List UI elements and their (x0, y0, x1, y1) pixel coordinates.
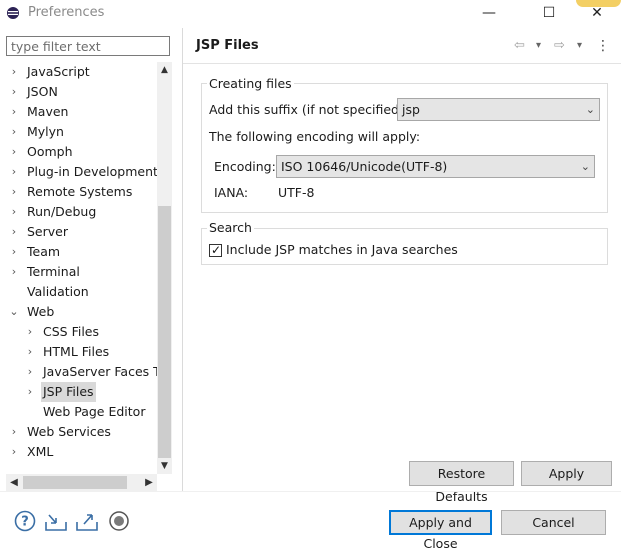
preferences-tree: › JavaScript › JSON › Maven › Mylyn › Oomph › Plug-… (6, 62, 157, 474)
collapsed-chevron-icon[interactable]: › (8, 222, 20, 242)
tree-item-label: Server (27, 224, 68, 239)
tree-item-label: JSON (27, 84, 58, 99)
export-icon[interactable] (75, 510, 98, 532)
pane-divider[interactable] (182, 28, 183, 491)
horizontal-scroll-thumb[interactable] (23, 476, 127, 489)
tree-item-label: Run/Debug (27, 204, 97, 219)
scroll-left-arrow-icon[interactable]: ◀ (6, 474, 22, 491)
suffix-value: jsp (402, 102, 420, 117)
header-separator (183, 63, 621, 64)
tree-item-label: Validation (27, 284, 89, 299)
window-title: Preferences (28, 5, 105, 20)
collapsed-chevron-icon[interactable]: › (24, 362, 36, 382)
collapsed-chevron-icon[interactable]: › (8, 422, 20, 442)
iana-label: IANA: (214, 185, 249, 200)
encoding-dropdown[interactable]: ISO 10646/Unicode(UTF-8) ⌄ (276, 155, 595, 178)
maximize-button[interactable]: ☐ (534, 2, 564, 24)
close-window-button[interactable]: ✕ (582, 2, 612, 24)
chevron-down-icon: ⌄ (585, 103, 595, 116)
tree-item-label: Maven (27, 104, 69, 119)
back-menu-icon[interactable]: ▾ (536, 37, 541, 55)
tree-item-label: Web (27, 304, 55, 319)
minimize-button[interactable]: — (474, 2, 504, 24)
help-icon[interactable]: ? (14, 510, 36, 532)
cancel-button[interactable]: Cancel (501, 510, 606, 535)
iana-value: UTF-8 (278, 185, 315, 200)
collapsed-chevron-icon[interactable]: › (8, 442, 20, 462)
tree-item-label: CSS Files (43, 324, 99, 339)
include-jsp-checkbox[interactable]: ✓ (209, 243, 222, 257)
tree-item-label: JavaScript (27, 64, 90, 79)
tree-item-label: Mylyn (27, 124, 64, 139)
page-title: JSP Files (196, 38, 259, 53)
filter-field[interactable] (6, 36, 170, 56)
import-icon[interactable] (44, 510, 67, 532)
eclipse-app-icon (6, 6, 20, 20)
apply-and-close-button[interactable]: Apply and Close (389, 510, 492, 551)
collapsed-chevron-icon[interactable]: › (8, 202, 20, 222)
tree-item-label: Remote Systems (27, 184, 133, 199)
scroll-right-arrow-icon[interactable]: ▶ (141, 474, 157, 491)
collapsed-chevron-icon[interactable]: › (8, 122, 20, 142)
scroll-up-arrow-icon[interactable]: ▲ (157, 62, 172, 78)
collapsed-chevron-icon[interactable]: › (8, 62, 20, 82)
tree-item-label: Oomph (27, 144, 73, 159)
collapsed-chevron-icon[interactable]: › (24, 342, 36, 362)
chevron-down-icon: ⌄ (580, 160, 590, 173)
creating-files-legend: Creating files (207, 76, 294, 91)
encoding-note: The following encoding will apply: (209, 129, 421, 144)
tree-horizontal-scrollbar[interactable]: ◀ ▶ (6, 474, 157, 491)
title-bar: Preferences — ☐ ✕ (0, 0, 621, 28)
expanded-chevron-icon[interactable]: ⌄ (8, 302, 20, 322)
filter-input[interactable] (7, 37, 169, 55)
suffix-label: Add this suffix (if not specified): (209, 102, 409, 117)
more-options-icon[interactable]: ⋮ (596, 37, 610, 55)
collapsed-chevron-icon[interactable]: › (8, 142, 20, 162)
tree-item-label: Terminal (27, 264, 80, 279)
collapsed-chevron-icon[interactable]: › (8, 262, 20, 282)
forward-arrow-icon[interactable]: ⇨ (554, 37, 565, 55)
collapsed-chevron-icon[interactable]: › (8, 182, 20, 202)
search-legend: Search (207, 220, 254, 235)
tree-item-label: Web Services (27, 424, 111, 439)
svg-text:?: ? (21, 515, 29, 530)
record-icon[interactable] (108, 510, 130, 532)
forward-menu-icon[interactable]: ▾ (577, 37, 582, 55)
tree-item-label: XML (27, 444, 54, 459)
tree-item-label: JavaServer Faces To (43, 364, 157, 379)
apply-button[interactable]: Apply (521, 461, 612, 486)
tree-item-label: HTML Files (43, 344, 110, 359)
encoding-value: ISO 10646/Unicode(UTF-8) (281, 159, 448, 174)
tree-item-label: JSP Files (41, 382, 96, 402)
include-jsp-label[interactable]: Include JSP matches in Java searches (226, 242, 458, 257)
restore-defaults-button[interactable]: Restore Defaults (409, 461, 514, 504)
collapsed-chevron-icon[interactable]: › (24, 322, 36, 342)
tree-item-label: Plug-in Development (27, 164, 157, 179)
collapsed-chevron-icon[interactable]: › (24, 382, 36, 402)
checkmark-icon: ✓ (211, 243, 222, 257)
tree-vertical-scrollbar[interactable]: ▲ ▼ (157, 62, 172, 474)
collapsed-chevron-icon[interactable]: › (8, 82, 20, 102)
vertical-scroll-thumb[interactable] (158, 206, 171, 458)
encoding-label: Encoding: (214, 159, 276, 174)
collapsed-chevron-icon[interactable]: › (8, 242, 20, 262)
footer-separator (0, 491, 621, 492)
scroll-down-arrow-icon[interactable]: ▼ (157, 458, 172, 474)
collapsed-chevron-icon[interactable]: › (8, 162, 20, 182)
collapsed-chevron-icon[interactable]: › (8, 102, 20, 122)
tree-item-label: Team (27, 244, 61, 259)
back-arrow-icon[interactable]: ⇦ (514, 37, 525, 55)
tree-item-label: Web Page Editor (43, 404, 146, 419)
suffix-dropdown[interactable]: jsp ⌄ (397, 98, 600, 121)
